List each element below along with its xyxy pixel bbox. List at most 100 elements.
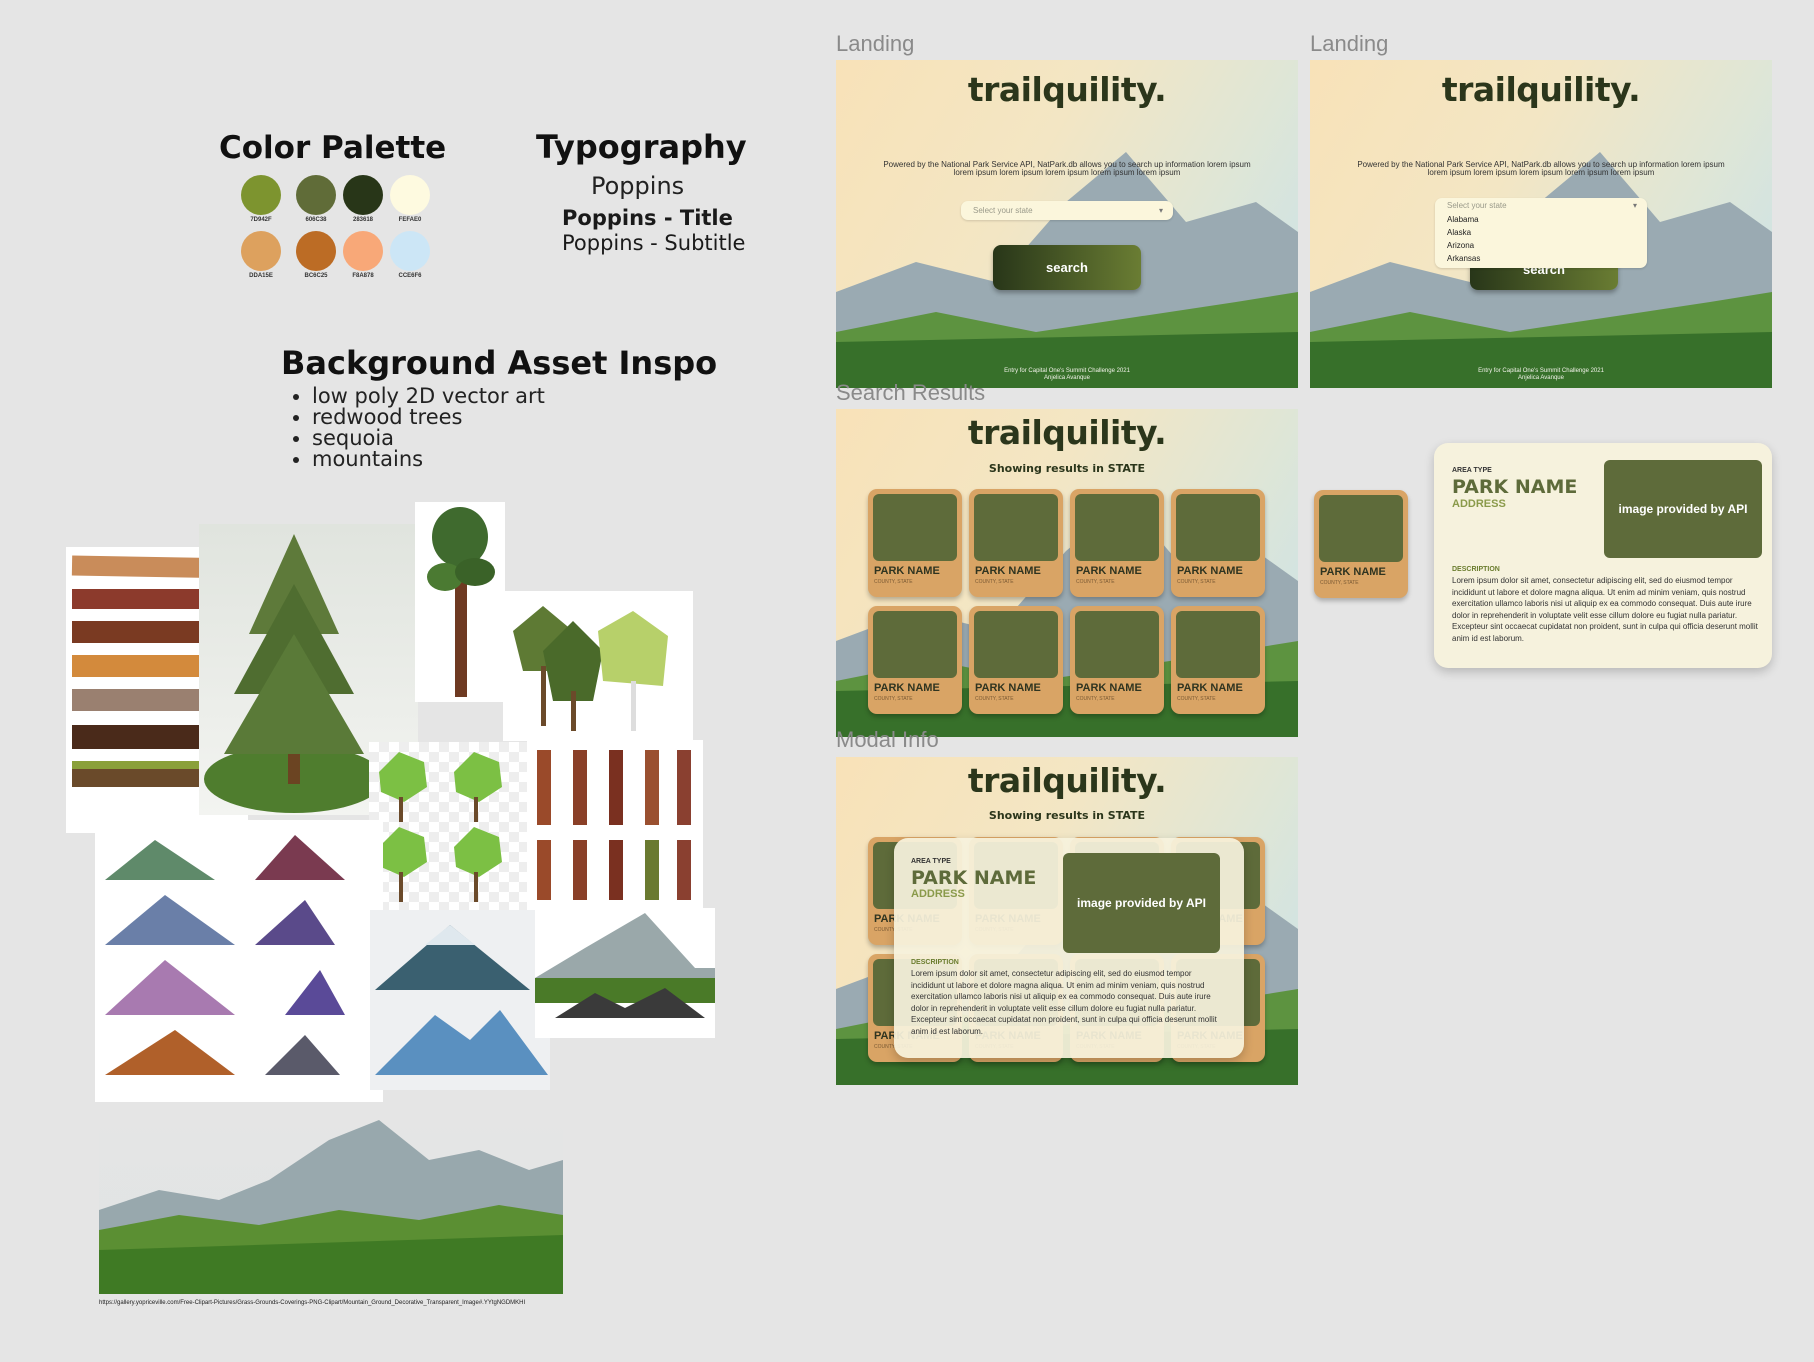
app-logo: trailquility.	[967, 761, 1167, 800]
frame-label-landing: Landing	[836, 31, 915, 56]
state-select-placeholder: Select your state	[973, 206, 1033, 215]
park-card-location: COUNTY, STATE	[1076, 696, 1115, 702]
tree-trunks-asset	[527, 740, 703, 910]
park-card-name: PARK NAME	[1177, 682, 1243, 694]
description-label: DESCRIPTION	[911, 959, 959, 966]
park-card-image	[1176, 494, 1260, 561]
frame-label-landing-dropdown: Landing	[1310, 31, 1389, 56]
park-card-name: PARK NAME	[874, 565, 940, 577]
park-card[interactable]: PARK NAME COUNTY, STATE	[1171, 489, 1265, 597]
park-card-location: COUNTY, STATE	[1177, 696, 1216, 702]
modal-info-frame: trailquility. Showing results in STATE P…	[836, 757, 1298, 1085]
typography-subtitle-sample: Poppins - Subtitle	[562, 231, 746, 255]
dropdown-option[interactable]: Alaska	[1447, 226, 1635, 239]
color-swatch	[343, 231, 383, 271]
color-swatch	[390, 231, 430, 271]
image-placeholder: image provided by API	[1604, 460, 1762, 558]
color-swatch	[241, 231, 281, 271]
park-card-image	[1176, 611, 1260, 678]
park-detail-modal: AREA TYPE PARK NAME ADDRESS image provid…	[1434, 443, 1772, 668]
footer-credit: Entry for Capital One's Summit Challenge…	[1310, 368, 1772, 382]
park-card-location: COUNTY, STATE	[1177, 579, 1216, 585]
chevron-down-icon: ▾	[1158, 206, 1163, 215]
park-card-image	[974, 611, 1058, 678]
tagline: Powered by the National Park Service API…	[883, 160, 1251, 177]
park-card-location: COUNTY, STATE	[975, 696, 1014, 702]
park-card-image	[1319, 495, 1403, 562]
park-card-name: PARK NAME	[1177, 565, 1243, 577]
footer-line-1: Entry for Capital One's Summit Challenge…	[1478, 368, 1604, 374]
park-card-name: PARK NAME	[975, 565, 1041, 577]
background-inspo-title: Background Asset Inspo	[281, 344, 718, 382]
color-hex-label: DDA15E	[249, 273, 273, 279]
park-card[interactable]: PARK NAME COUNTY, STATE	[868, 489, 962, 597]
mountains-asset	[95, 820, 383, 1102]
park-card-name: PARK NAME	[975, 682, 1041, 694]
dropdown-option[interactable]: Arizona	[1447, 239, 1635, 252]
park-card-name: PARK NAME	[1076, 682, 1142, 694]
chevron-down-icon: ▾	[1632, 201, 1637, 210]
park-card-name: PARK NAME	[1076, 565, 1142, 577]
color-swatch	[296, 175, 336, 215]
footer-line-2: Anjelica Avanque	[1518, 375, 1564, 381]
color-swatch	[390, 175, 430, 215]
dropdown-option[interactable]: Alabama	[1447, 213, 1635, 226]
state-select-placeholder: Select your state	[1447, 201, 1507, 210]
app-logo: trailquility.	[1441, 70, 1641, 109]
app-logo: trailquility.	[967, 413, 1167, 452]
typography-title: Typography	[536, 128, 747, 166]
footer-line-1: Entry for Capital One's Summit Challenge…	[1004, 368, 1130, 374]
frame-label-search-results: Search Results	[836, 380, 986, 405]
park-card-location: COUNTY, STATE	[975, 579, 1014, 585]
image-source-url[interactable]: https://gallery.yopriceville.com/Free-Cl…	[99, 1300, 525, 1306]
inspo-bullet: redwood trees	[312, 407, 545, 428]
inspo-bullet: low poly 2D vector art	[312, 386, 545, 407]
park-card-image	[873, 494, 957, 561]
park-card-image	[974, 494, 1058, 561]
dropdown-option[interactable]: Arkansas	[1447, 252, 1635, 265]
park-card[interactable]: PARK NAME COUNTY, STATE	[969, 489, 1063, 597]
inspo-bullet: mountains	[312, 449, 545, 470]
color-hex-label: CCE6F6	[398, 273, 422, 279]
blue-mountain-asset	[370, 910, 550, 1090]
park-card[interactable]: PARK NAME COUNTY, STATE	[1171, 606, 1265, 714]
modal-address: ADDRESS	[911, 888, 965, 900]
park-card-location: COUNTY, STATE	[1320, 580, 1359, 586]
image-placeholder: image provided by API	[1063, 853, 1220, 953]
description-text: Lorem ipsum dolor sit amet, consectetur …	[911, 969, 1217, 1036]
modal-park-name: PARK NAME	[911, 867, 1037, 889]
color-swatch	[343, 175, 383, 215]
app-logo: trailquility.	[967, 70, 1167, 109]
park-card[interactable]: PARK NAME COUNTY, STATE	[868, 606, 962, 714]
area-type: AREA TYPE	[1452, 467, 1492, 474]
modal-park-name: PARK NAME	[1452, 476, 1578, 498]
color-hex-label: FEFAE0	[398, 217, 422, 223]
modal-address: ADDRESS	[1452, 498, 1506, 510]
low-poly-trees-asset	[503, 591, 693, 741]
park-detail-modal-overlay: AREA TYPE PARK NAME ADDRESS image provid…	[894, 838, 1244, 1058]
park-card-image	[1075, 611, 1159, 678]
park-card-standalone[interactable]: PARK NAME COUNTY, STATE	[1314, 490, 1408, 598]
color-hex-label: 7D942F	[250, 217, 272, 223]
park-card-name: PARK NAME	[874, 682, 940, 694]
typography-title-sample: Poppins - Title	[562, 206, 733, 230]
color-swatch	[241, 175, 281, 215]
frame-label-modal-info: Modal Info	[836, 727, 939, 752]
tagline: Powered by the National Park Service API…	[1357, 160, 1725, 177]
park-card-location: COUNTY, STATE	[874, 696, 913, 702]
mountain-ground-image	[99, 1120, 563, 1294]
park-card[interactable]: PARK NAME COUNTY, STATE	[969, 606, 1063, 714]
color-swatch	[296, 231, 336, 271]
state-select[interactable]: Select your state ▾	[961, 201, 1173, 220]
green-valley-asset	[535, 908, 715, 1038]
color-palette-title: Color Palette	[219, 130, 447, 166]
description-label: DESCRIPTION	[1452, 566, 1500, 573]
park-card[interactable]: PARK NAME COUNTY, STATE	[1070, 489, 1164, 597]
park-card-name: PARK NAME	[1320, 566, 1386, 578]
showing-results-text: Showing results in STATE	[988, 462, 1146, 475]
park-card[interactable]: PARK NAME COUNTY, STATE	[1070, 606, 1164, 714]
search-button[interactable]: search	[993, 245, 1141, 290]
search-results-frame: trailquility. Showing results in STATE P…	[836, 409, 1298, 737]
state-dropdown-open[interactable]: Select your state ▾ Alabama Alaska Arizo…	[1435, 198, 1647, 268]
park-card-location: COUNTY, STATE	[874, 579, 913, 585]
